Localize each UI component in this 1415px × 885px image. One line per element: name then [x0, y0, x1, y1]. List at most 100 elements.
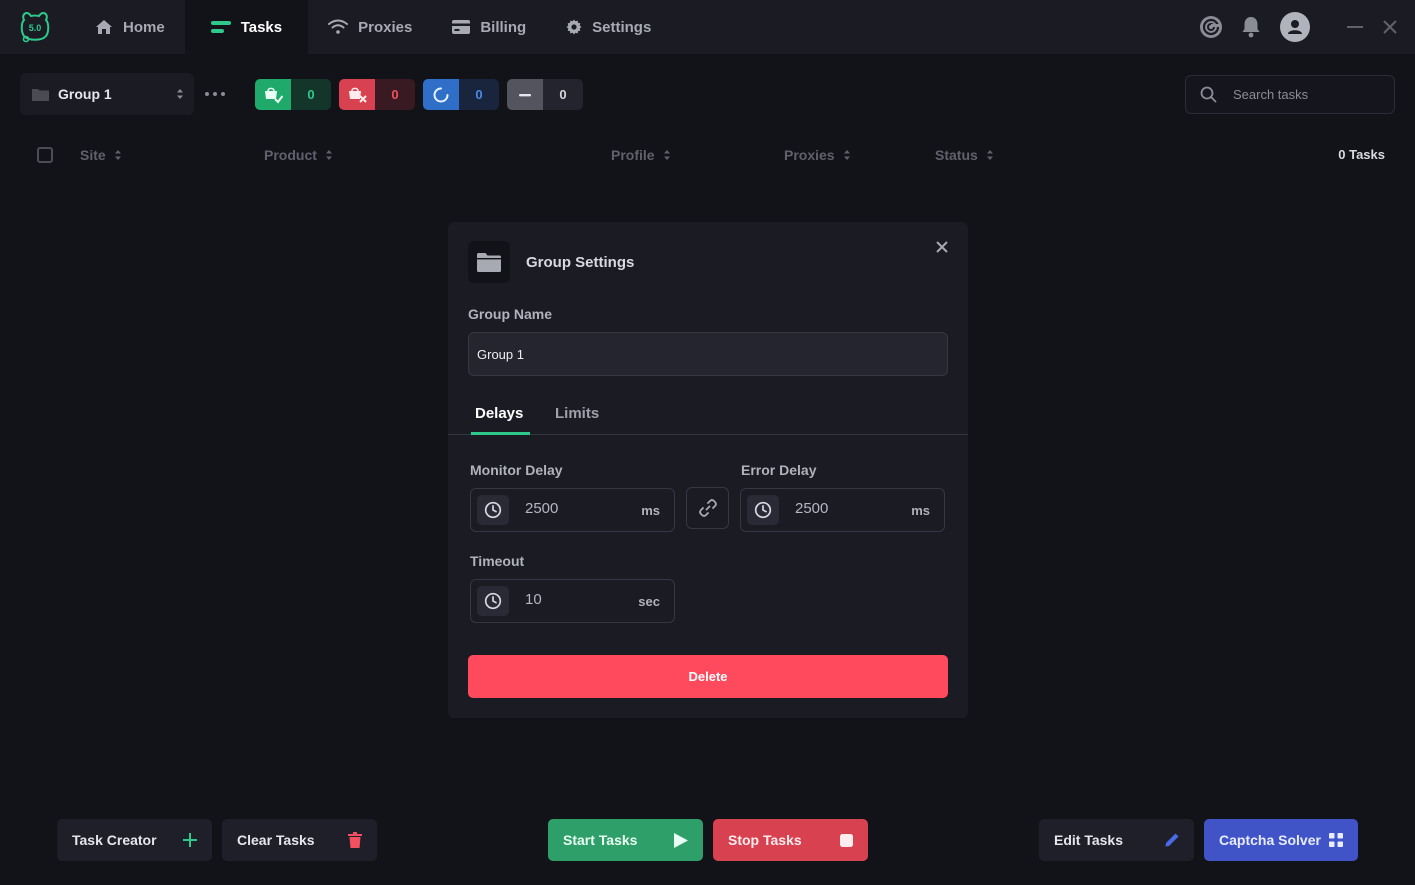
column-profile[interactable]: Profile — [611, 147, 671, 163]
monitor-delay-label: Monitor Delay — [470, 462, 563, 478]
timeout-input[interactable] — [525, 591, 625, 608]
grid-icon — [1329, 833, 1343, 847]
logo-icon[interactable]: 5.0 — [18, 10, 52, 44]
modal-title: Group Settings — [526, 254, 635, 271]
nav-billing-label: Billing — [480, 18, 527, 36]
group-name-label: Group Name — [468, 306, 553, 322]
captcha-solver-label: Captcha Solver — [1219, 832, 1321, 848]
monitor-delay-unit: ms — [641, 503, 660, 518]
link-delays-button[interactable] — [686, 487, 729, 529]
cart-check-icon — [265, 87, 283, 104]
wifi-icon — [328, 19, 349, 34]
task-creator-label: Task Creator — [72, 832, 157, 848]
bell-icon[interactable] — [1241, 15, 1261, 39]
start-tasks-label: Start Tasks — [563, 832, 638, 848]
nav-tasks[interactable]: Tasks — [184, 0, 309, 54]
sort-arrows-icon — [177, 89, 183, 99]
error-delay-input[interactable] — [795, 500, 895, 517]
captcha-status-icon[interactable] — [1199, 15, 1223, 39]
tab-limits[interactable]: Limits — [555, 405, 599, 422]
nav-home[interactable]: Home — [75, 0, 185, 54]
tasks-icon — [210, 21, 231, 33]
task-creator-button[interactable]: Task Creator — [57, 819, 212, 861]
edit-tasks-button[interactable]: Edit Tasks — [1039, 819, 1194, 861]
top-bar: 5.0 Home Tasks Proxies Billing Settings — [0, 0, 1415, 54]
spinner-icon — [433, 87, 449, 102]
column-proxies[interactable]: Proxies — [784, 147, 851, 163]
clear-tasks-label: Clear Tasks — [237, 832, 315, 848]
running-counter[interactable]: 0 — [423, 79, 499, 110]
avatar[interactable] — [1280, 12, 1310, 42]
delete-group-button[interactable]: Delete — [468, 655, 948, 698]
start-tasks-button[interactable]: Start Tasks — [548, 819, 703, 861]
logo-text: 5.0 — [29, 23, 42, 33]
minimize-icon[interactable] — [1346, 20, 1364, 34]
minus-icon — [519, 93, 531, 96]
column-profile-label: Profile — [611, 147, 655, 163]
more-options-icon[interactable] — [203, 84, 227, 104]
idle-counter[interactable]: 0 — [507, 79, 583, 110]
link-icon — [698, 499, 717, 517]
group-selector-label: Group 1 — [58, 86, 112, 102]
select-all-checkbox[interactable] — [37, 147, 53, 163]
active-tab-indicator — [471, 432, 530, 435]
clock-icon — [484, 501, 502, 519]
folder-icon — [477, 252, 501, 272]
main-nav: Home Tasks Proxies Billing Settings — [75, 0, 671, 54]
timeout-field: sec — [470, 579, 675, 623]
search-icon — [1200, 86, 1217, 103]
nav-settings-label: Settings — [592, 18, 652, 36]
edit-tasks-label: Edit Tasks — [1054, 832, 1123, 848]
pencil-icon — [1165, 833, 1179, 847]
monitor-delay-input[interactable] — [525, 500, 625, 517]
tab-delays[interactable]: Delays — [475, 405, 523, 422]
trash-icon — [348, 832, 362, 848]
error-delay-unit: ms — [911, 503, 930, 518]
stop-icon — [840, 833, 853, 847]
sort-icon — [986, 150, 993, 160]
sort-icon — [663, 150, 670, 160]
search-input[interactable] — [1233, 87, 1383, 102]
gear-icon — [566, 19, 582, 35]
group-name-input[interactable] — [468, 332, 948, 376]
column-product[interactable]: Product — [264, 147, 333, 163]
clock-icon — [754, 501, 772, 519]
success-count: 0 — [291, 79, 331, 110]
plus-icon — [183, 833, 197, 847]
task-count: 0 Tasks — [1338, 147, 1385, 162]
nav-proxies[interactable]: Proxies — [308, 0, 432, 54]
folder-icon — [32, 88, 49, 101]
cart-x-icon — [349, 87, 367, 103]
monitor-delay-field: ms — [470, 488, 675, 532]
search-box — [1185, 75, 1395, 114]
nav-tasks-label: Tasks — [240, 18, 283, 36]
sort-icon — [114, 150, 121, 160]
nav-settings[interactable]: Settings — [546, 0, 671, 54]
column-status[interactable]: Status — [935, 147, 994, 163]
clock-icon — [484, 592, 502, 610]
column-site-label: Site — [80, 147, 106, 163]
running-count: 0 — [459, 79, 499, 110]
timeout-label: Timeout — [470, 553, 525, 569]
sort-icon — [843, 150, 850, 160]
success-counter[interactable]: 0 — [255, 79, 331, 110]
group-settings-modal: Group Settings Group Name Delays Limits … — [448, 222, 968, 718]
sort-icon — [325, 150, 332, 160]
clear-tasks-button[interactable]: Clear Tasks — [222, 819, 377, 861]
group-selector[interactable]: Group 1 — [20, 73, 194, 115]
play-icon — [674, 832, 688, 848]
stop-tasks-button[interactable]: Stop Tasks — [713, 819, 868, 861]
nav-billing[interactable]: Billing — [432, 0, 546, 54]
close-window-icon[interactable] — [1383, 20, 1397, 34]
home-icon — [96, 20, 112, 34]
failed-count: 0 — [375, 79, 415, 110]
timeout-unit: sec — [638, 594, 660, 609]
failed-counter[interactable]: 0 — [339, 79, 415, 110]
error-delay-label: Error Delay — [741, 462, 817, 478]
nav-proxies-label: Proxies — [358, 18, 413, 36]
captcha-solver-button[interactable]: Captcha Solver — [1204, 819, 1358, 861]
close-icon[interactable] — [935, 240, 949, 254]
column-site[interactable]: Site — [80, 147, 122, 163]
column-status-label: Status — [935, 147, 978, 163]
stop-tasks-label: Stop Tasks — [728, 832, 802, 848]
